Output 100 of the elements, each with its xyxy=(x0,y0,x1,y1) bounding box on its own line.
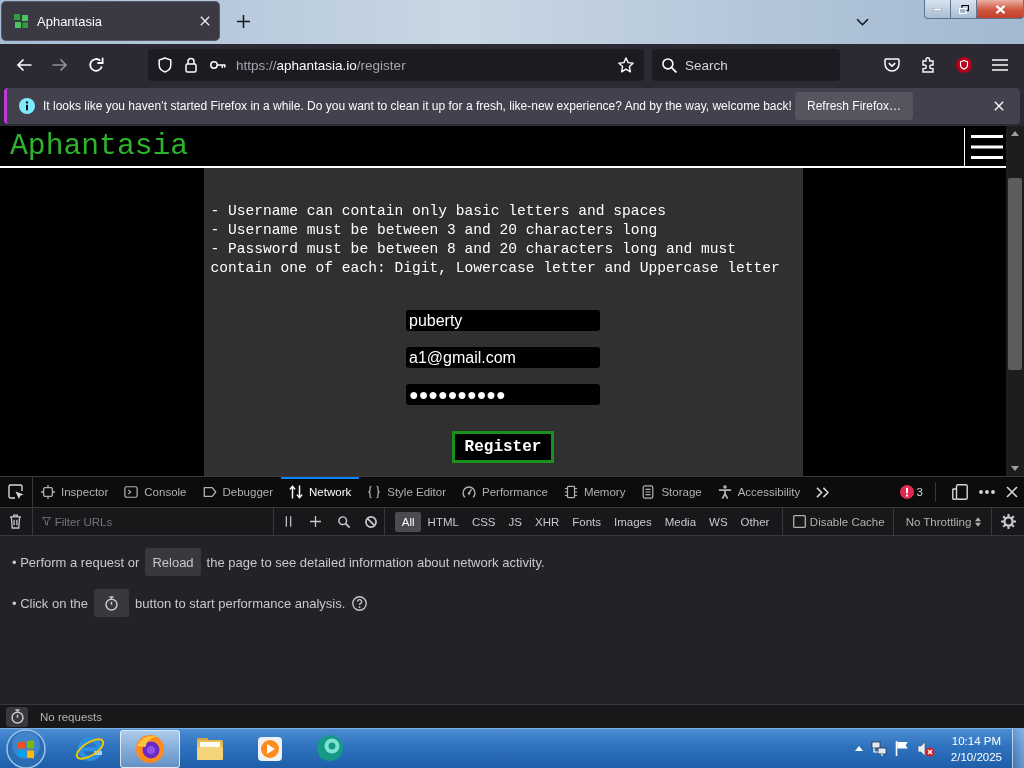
settings-icon xyxy=(1000,514,1016,529)
double-chevron-icon[interactable] xyxy=(816,486,830,498)
devtools-tab[interactable]: Memory xyxy=(555,477,634,507)
search-field[interactable]: Search xyxy=(652,49,840,81)
info-icon xyxy=(19,98,35,114)
restore-icon xyxy=(958,4,969,14)
type-filter-button[interactable]: HTML xyxy=(421,511,466,532)
reload-icon xyxy=(88,57,104,73)
hint-text: • Perform a request or xyxy=(12,554,140,570)
updown-icon xyxy=(975,516,982,527)
close-icon[interactable] xyxy=(200,16,210,26)
devices-icon[interactable] xyxy=(952,484,968,500)
pause-icon xyxy=(284,516,292,527)
devtools-tab[interactable]: Network xyxy=(281,477,360,507)
key-icon[interactable] xyxy=(210,60,226,70)
error-icon[interactable] xyxy=(899,485,914,499)
hint-text: button to start performance analysis. xyxy=(135,595,346,611)
shield-icon[interactable] xyxy=(158,57,172,73)
devtools-tab[interactable]: Storage xyxy=(633,477,710,507)
search-icon xyxy=(662,57,677,73)
address-bar[interactable]: https://aphantasia.io/register xyxy=(148,49,644,81)
devtools-tab[interactable]: Style Editor xyxy=(359,477,455,507)
performance-button[interactable] xyxy=(6,706,28,727)
hint-text: • Click on the xyxy=(12,595,89,611)
status-text: No requests xyxy=(40,710,102,723)
rule-text: - Password must be between 8 and 20 characters long and must contain one of each: Digit, Lowercase letter and Uppercase letter xyxy=(210,240,781,278)
devtools-tab[interactable]: Performance xyxy=(454,477,556,507)
stopwatch-icon xyxy=(105,595,119,611)
plus-icon[interactable] xyxy=(237,15,250,28)
site-logo[interactable]: Aphantasia xyxy=(10,126,964,166)
scrollbar[interactable] xyxy=(1006,126,1024,476)
help-icon[interactable] xyxy=(352,595,368,611)
scroll-up-icon[interactable] xyxy=(1011,131,1019,136)
square-target-icon xyxy=(41,485,55,499)
orb-icon xyxy=(134,732,166,765)
type-filter-button[interactable]: Images xyxy=(607,511,659,532)
browser-tab[interactable]: Aphantasia xyxy=(2,2,219,40)
hint-text: the page to see detailed information about network activity. xyxy=(206,554,545,570)
type-filter-button[interactable]: XHR xyxy=(528,511,566,532)
show-desktop-button[interactable] xyxy=(1012,729,1024,768)
taskbar-button[interactable] xyxy=(120,729,180,768)
speaker-muted-icon[interactable] xyxy=(916,740,935,757)
devtools-tab[interactable]: Inspector xyxy=(33,477,117,507)
braces-icon xyxy=(367,485,382,499)
scrollbar-thumb[interactable] xyxy=(1008,178,1022,370)
type-filter-button[interactable]: Other xyxy=(734,511,776,532)
input-field[interactable]: a1@gmail.com xyxy=(406,347,600,368)
rule-text: - Username can contain only basic letters and spaces xyxy=(210,202,667,221)
type-filter-button[interactable]: All xyxy=(395,511,422,532)
menu-icon xyxy=(992,59,1008,71)
throttling-select[interactable]: No Throttling xyxy=(893,508,993,535)
puzzle-icon xyxy=(920,57,936,73)
type-filter-button[interactable]: CSS xyxy=(465,511,503,532)
type-filter-button[interactable]: WS xyxy=(702,511,735,532)
checkbox-label[interactable]: Disable Cache xyxy=(809,515,885,528)
person-icon xyxy=(717,485,732,499)
search-icon xyxy=(337,515,350,528)
reload-button[interactable]: Reload xyxy=(145,548,201,576)
restore-button[interactable] xyxy=(951,0,977,19)
devtools-tab[interactable]: Accessibility xyxy=(709,477,809,507)
type-filter-button[interactable]: Media xyxy=(658,511,703,532)
lock-icon[interactable] xyxy=(185,57,197,73)
input-field[interactable]: ●●●●●●●●●● xyxy=(406,384,600,405)
close-icon xyxy=(994,4,1006,14)
pocket-icon xyxy=(884,58,900,72)
star-icon[interactable] xyxy=(618,57,634,73)
minimize-button[interactable] xyxy=(924,0,951,19)
rule-text: - Username must be between 3 and 20 characters long xyxy=(210,221,659,240)
input-field[interactable]: puberty xyxy=(406,310,600,331)
picker-icon xyxy=(8,484,24,500)
back-arrow-icon xyxy=(16,58,32,72)
more-icon[interactable] xyxy=(979,490,995,494)
refresh-button[interactable]: Refresh Firefox… xyxy=(794,92,913,120)
register-button[interactable]: Register xyxy=(452,431,554,463)
tray-arrow-icon[interactable] xyxy=(854,746,863,751)
error-count[interactable]: 3 xyxy=(916,486,923,498)
checkbox[interactable] xyxy=(792,515,806,528)
clock-date[interactable]: 2/10/2025 xyxy=(950,748,1002,765)
gauge-icon xyxy=(462,485,477,499)
type-filter-button[interactable]: Fonts xyxy=(565,511,608,532)
site-icon xyxy=(13,13,29,29)
network-icon[interactable] xyxy=(870,740,887,757)
tag-icon xyxy=(202,485,217,499)
flag-icon[interactable] xyxy=(894,741,909,756)
close-icon[interactable] xyxy=(1006,486,1018,498)
document-icon xyxy=(641,485,656,499)
stopwatch-icon xyxy=(10,709,24,724)
chevron-down-icon[interactable] xyxy=(856,18,869,26)
scroll-down-icon[interactable] xyxy=(1011,466,1019,471)
devtools-tab[interactable]: Debugger xyxy=(194,477,282,507)
filter-field[interactable]: Filter URLs xyxy=(32,508,275,535)
performance-button[interactable] xyxy=(94,589,130,617)
type-filter-button[interactable]: JS xyxy=(502,511,529,532)
clock-time[interactable]: 10:14 PM xyxy=(951,732,1002,749)
devtools-tab[interactable]: Console xyxy=(116,477,195,507)
block-icon xyxy=(364,515,377,528)
close-window-button[interactable] xyxy=(977,0,1024,19)
notification-message: It looks like you haven’t started Firefox in a while. Do you want to clean it up for a fresh, like-new experience? And by the way, welcome back! xyxy=(43,99,792,113)
start-button[interactable] xyxy=(6,728,46,768)
minimize-icon xyxy=(933,7,942,11)
